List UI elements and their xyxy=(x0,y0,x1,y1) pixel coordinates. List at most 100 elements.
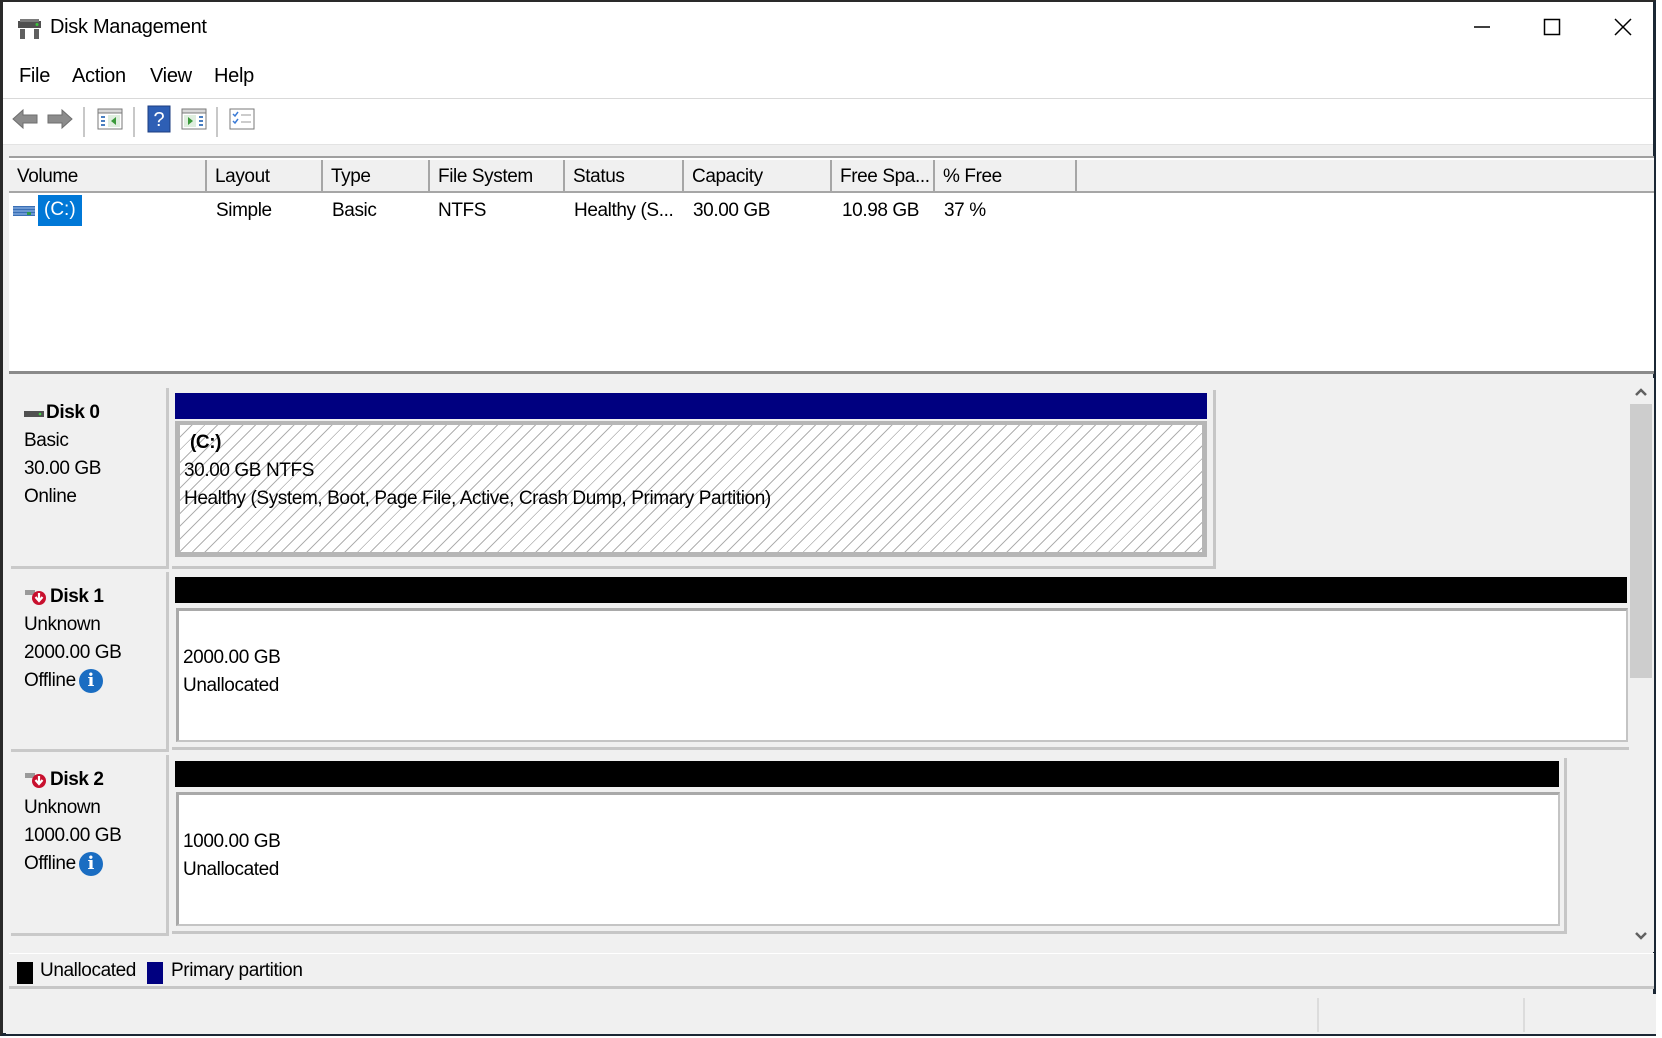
window-title: Disk Management xyxy=(50,16,207,38)
disk-2-unallocated-status: Unallocated xyxy=(183,859,279,880)
minimize-icon xyxy=(1472,17,1492,42)
svg-text:?: ? xyxy=(153,109,164,131)
partition-c-size: 30.00 GB NTFS xyxy=(184,460,314,481)
show-hide-console-tree-icon xyxy=(97,107,123,136)
disk-1-partition-area: 2000.00 GB Unallocated xyxy=(172,574,1632,750)
file-system-cell: NTFS xyxy=(438,200,487,221)
status-cell: Healthy (S... xyxy=(574,200,674,221)
disk-2-name: Disk 2 xyxy=(50,769,104,790)
scroll-up-button[interactable] xyxy=(1629,382,1653,404)
close-button[interactable] xyxy=(1588,6,1658,52)
partition-c-status: Healthy (System, Boot, Page File, Active… xyxy=(184,488,771,509)
legend-label-unallocated: Unallocated xyxy=(40,960,136,981)
toolbar-separator xyxy=(133,107,135,137)
disk-0-heading: Disk 0 xyxy=(24,402,100,424)
column-header-type[interactable]: Type xyxy=(323,160,430,193)
status-separator xyxy=(1317,998,1319,1032)
disk-0-partition-area: (C:) 30.00 GB NTFS Healthy (System, Boot… xyxy=(172,390,1216,569)
back-button[interactable] xyxy=(10,106,40,136)
status-bar xyxy=(6,994,1656,1034)
percent-free-cell: 37 % xyxy=(944,200,986,221)
disk-1-unallocated-size: 2000.00 GB xyxy=(183,647,281,668)
info-icon[interactable]: i xyxy=(78,669,103,693)
maximize-icon xyxy=(1542,17,1562,42)
column-header-layout[interactable]: Layout xyxy=(207,160,323,193)
title-bar: Disk Management xyxy=(3,2,1653,56)
partition-c-label: (C:) xyxy=(190,432,222,453)
disk-2-unallocated-space[interactable]: 1000.00 GB Unallocated xyxy=(176,792,1560,926)
disk-0-name: Disk 0 xyxy=(46,402,100,424)
disk-online-icon xyxy=(24,402,44,424)
disk-1-state: Offline xyxy=(24,670,76,692)
legend-swatch-primary-partition xyxy=(147,962,163,984)
chevron-up-icon xyxy=(1634,384,1648,402)
column-header-file-system[interactable]: File System xyxy=(430,160,565,193)
menu-help[interactable]: Help xyxy=(214,65,254,88)
forward-button[interactable] xyxy=(45,106,75,136)
capacity-cell: 30.00 GB xyxy=(693,200,771,221)
disk-2-label[interactable]: Disk 2 Unknown 1000.00 GB Offline i xyxy=(11,755,169,936)
column-header-free-space[interactable]: Free Spa... xyxy=(832,160,935,193)
help-icon: ? xyxy=(147,105,171,138)
disk-2-heading: Disk 2 xyxy=(24,769,104,791)
disk-1-name: Disk 1 xyxy=(50,586,104,607)
column-header-status[interactable]: Status xyxy=(565,160,684,193)
disk-1-size: 2000.00 GB xyxy=(24,642,122,663)
menu-view[interactable]: View xyxy=(150,65,192,88)
menu-bar: File Action View Help xyxy=(3,56,1653,99)
volume-icon xyxy=(13,204,35,223)
status-separator xyxy=(1523,998,1525,1032)
info-icon[interactable]: i xyxy=(78,852,103,876)
help-button[interactable]: ? xyxy=(144,105,174,138)
disk-1-unallocated-status: Unallocated xyxy=(183,675,279,696)
disk-0-type: Basic xyxy=(24,430,69,451)
disk-1-heading: Disk 1 xyxy=(24,586,104,608)
properties-icon xyxy=(229,108,255,135)
toolbar: ? xyxy=(3,99,1653,145)
disk-1-state-line: Offline i xyxy=(24,669,103,693)
layout-cell: Simple xyxy=(216,200,272,221)
disk-offline-icon xyxy=(24,770,50,790)
show-hide-action-pane-button[interactable] xyxy=(179,106,209,136)
type-cell: Basic xyxy=(332,200,377,221)
scrollbar-thumb[interactable] xyxy=(1630,404,1652,678)
close-icon xyxy=(1613,17,1633,42)
legend-label-primary-partition: Primary partition xyxy=(171,960,303,981)
menu-file[interactable]: File xyxy=(19,65,50,88)
minimize-button[interactable] xyxy=(1447,6,1517,52)
partition-c[interactable]: (C:) 30.00 GB NTFS Healthy (System, Boot… xyxy=(175,421,1207,557)
properties-button[interactable] xyxy=(227,106,257,136)
disk-1-unallocated-space[interactable]: 2000.00 GB Unallocated xyxy=(176,608,1628,742)
scroll-down-button[interactable] xyxy=(1629,926,1653,948)
unallocated-bar xyxy=(175,577,1627,603)
forward-icon xyxy=(46,107,74,136)
volume-list: Volume Layout Type File System Status Ca… xyxy=(9,156,1654,374)
unallocated-bar xyxy=(175,761,1559,787)
disk-0-label[interactable]: Disk 0 Basic 30.00 GB Online xyxy=(11,388,169,569)
show-hide-action-pane-icon xyxy=(181,107,207,136)
table-row[interactable]: (C:) Simple Basic NTFS Healthy (S... 30.… xyxy=(9,194,1649,228)
vertical-scrollbar[interactable] xyxy=(1629,380,1653,952)
column-header-capacity[interactable]: Capacity xyxy=(684,160,832,193)
disk-2-type: Unknown xyxy=(24,797,101,818)
disk-2-partition-area: 1000.00 GB Unallocated xyxy=(172,758,1567,934)
disk-2-unallocated-size: 1000.00 GB xyxy=(183,831,281,852)
maximize-button[interactable] xyxy=(1517,6,1587,52)
show-hide-console-tree-button[interactable] xyxy=(95,106,125,136)
toolbar-separator xyxy=(216,107,218,137)
disk-1-type: Unknown xyxy=(24,614,101,635)
column-header-volume[interactable]: Volume xyxy=(9,160,207,193)
volume-cell-c[interactable]: (C:) xyxy=(38,195,82,226)
legend-swatch-unallocated xyxy=(17,962,33,984)
menu-action[interactable]: Action xyxy=(72,65,126,88)
column-header-percent-free[interactable]: % Free xyxy=(935,160,1077,193)
disk-2-size: 1000.00 GB xyxy=(24,825,122,846)
disk-2-state-line: Offline i xyxy=(24,852,103,876)
disk-1-label[interactable]: Disk 1 Unknown 2000.00 GB Offline i xyxy=(11,572,169,752)
disk-management-window: Disk Management File Action View Help ? xyxy=(0,0,1656,1036)
column-header-filler xyxy=(1077,160,1654,193)
chevron-down-icon xyxy=(1634,928,1648,946)
legend: Unallocated Primary partition xyxy=(9,953,1654,989)
disk-0-size: 30.00 GB xyxy=(24,458,102,479)
disk-0-state: Online xyxy=(24,486,77,507)
